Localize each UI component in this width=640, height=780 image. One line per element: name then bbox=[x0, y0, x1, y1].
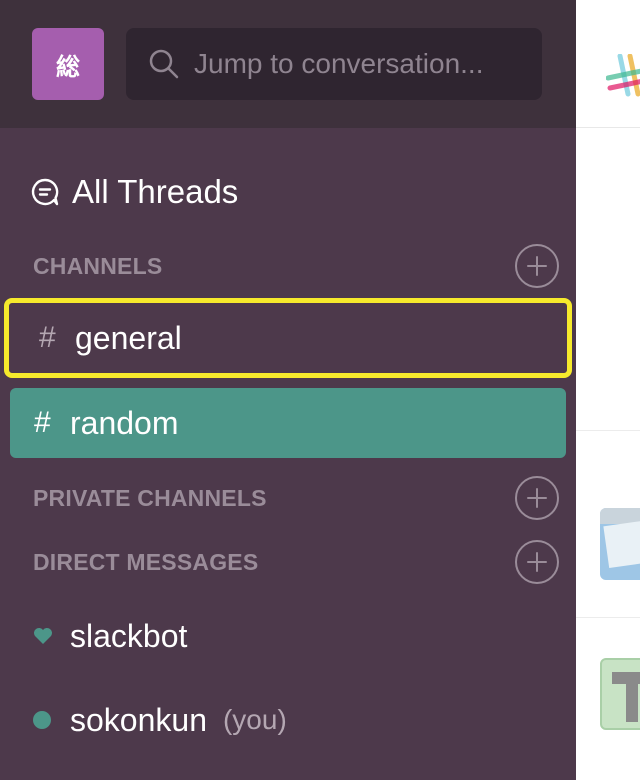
message-divider bbox=[576, 617, 640, 618]
team-initial: 総 bbox=[56, 52, 80, 81]
hash-icon: # bbox=[34, 406, 51, 439]
team-icon[interactable]: 総 bbox=[32, 28, 104, 100]
presence-dot-icon bbox=[33, 711, 51, 729]
channel-name: random bbox=[70, 404, 179, 441]
channel-item-random[interactable]: # random bbox=[10, 388, 566, 458]
channels-section-header: CHANNELS bbox=[33, 244, 559, 288]
heart-icon bbox=[34, 628, 52, 644]
direct-messages-section-title[interactable]: DIRECT MESSAGES bbox=[33, 549, 258, 576]
threads-icon bbox=[31, 178, 59, 206]
all-threads-link[interactable]: All Threads bbox=[30, 170, 238, 214]
hash-icon: # bbox=[39, 321, 56, 354]
add-private-channel-icon[interactable] bbox=[515, 476, 559, 520]
search-input[interactable] bbox=[194, 48, 534, 80]
main-pane bbox=[576, 0, 640, 780]
all-threads-label: All Threads bbox=[72, 173, 239, 210]
main-header bbox=[576, 0, 640, 128]
private-channels-section-title[interactable]: PRIVATE CHANNELS bbox=[33, 485, 267, 512]
dm-item-slackbot[interactable]: slackbot bbox=[33, 611, 187, 661]
sidebar-topbar: 総 bbox=[0, 0, 576, 128]
search-icon bbox=[149, 49, 179, 79]
add-channel-icon[interactable] bbox=[515, 244, 559, 288]
message-thumbnail[interactable] bbox=[600, 508, 640, 580]
private-channels-section-header: PRIVATE CHANNELS bbox=[33, 476, 559, 520]
you-suffix: (you) bbox=[222, 704, 287, 735]
jump-to-search[interactable] bbox=[126, 28, 542, 100]
slack-logo-icon bbox=[606, 54, 640, 97]
message-divider bbox=[576, 430, 640, 431]
channel-name: general bbox=[75, 319, 182, 356]
direct-messages-section-header: DIRECT MESSAGES bbox=[33, 540, 559, 584]
add-direct-message-icon[interactable] bbox=[515, 540, 559, 584]
user-avatar[interactable] bbox=[600, 658, 640, 730]
channels-section-title[interactable]: CHANNELS bbox=[33, 253, 162, 280]
channel-item-general[interactable]: # general bbox=[4, 298, 572, 378]
dm-item-sokonkun[interactable]: sokonkun (you) bbox=[33, 695, 287, 745]
dm-name: sokonkun bbox=[70, 701, 207, 738]
dm-name: slackbot bbox=[70, 617, 188, 654]
sidebar: 総 All Threads CHANNELS # general # rando… bbox=[0, 0, 576, 780]
